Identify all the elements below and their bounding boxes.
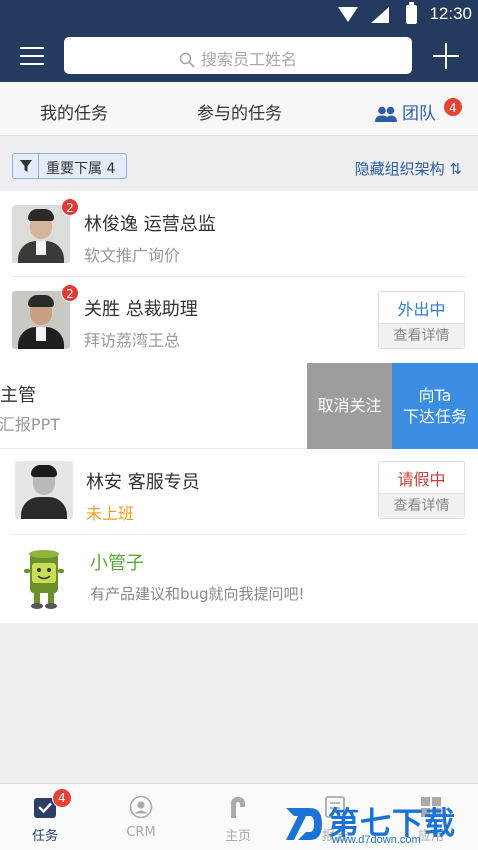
wifi-icon — [338, 7, 358, 22]
important-subordinates-filter[interactable]: 重要下属 4 — [12, 153, 127, 179]
avatar — [12, 291, 70, 349]
member-name: 主管 — [0, 385, 36, 406]
battery-icon — [406, 2, 417, 24]
filter-icon — [13, 154, 39, 178]
signal-icon — [371, 7, 389, 23]
unread-badge: 2 — [61, 284, 79, 302]
unread-badge: 2 — [61, 198, 79, 216]
team-badge: 4 — [443, 97, 463, 117]
status-badge: 外出中 — [397, 300, 446, 319]
watermark-url: www.d7down.com — [332, 834, 421, 846]
status-bar: 12:30 — [0, 0, 478, 30]
add-icon[interactable] — [433, 43, 459, 69]
team-member-list: 2 林俊逸 运营总监 软文推广询价 2 关胜 总裁助理 拜访荔湾王总 外出中 查… — [0, 191, 478, 623]
status-box[interactable]: 请假中 查看详情 — [378, 461, 465, 519]
tab-team[interactable]: 团队 — [374, 99, 436, 124]
watermark-logo-icon — [286, 808, 322, 840]
list-item[interactable]: 2 林俊逸 运营总监 软文推广询价 — [0, 191, 478, 277]
assign-task-line1: 向Ta — [418, 386, 452, 405]
member-task: 未上班 — [86, 504, 135, 523]
assign-task-button[interactable]: 向Ta 下达任务 — [392, 363, 478, 449]
status-box[interactable]: 外出中 查看详情 — [378, 291, 465, 349]
home-icon — [231, 797, 245, 818]
status-badge: 请假中 — [397, 470, 446, 489]
member-task: 拜访荔湾王总 — [84, 331, 181, 350]
hide-org-structure-link[interactable]: 隐藏组织架构 ⇅ — [355, 158, 462, 179]
nav-tasks[interactable]: 4 任务 — [0, 784, 90, 850]
app-bar: 搜索员工姓名 — [0, 30, 478, 82]
search-placeholder: 搜索员工姓名 — [200, 50, 297, 69]
nav-tasks-label: 任务 — [31, 829, 58, 844]
view-details-button[interactable]: 查看详情 — [379, 493, 464, 518]
status-time: 12:30 — [429, 4, 472, 23]
member-task: 有产品建议和bug就向我提问吧! — [90, 585, 305, 603]
tasks-badge: 4 — [52, 788, 72, 808]
nav-home-label: 主页 — [224, 829, 251, 844]
menu-icon[interactable] — [20, 47, 44, 65]
tab-team-label: 团队 — [402, 104, 436, 124]
member-task: 软文推广询价 — [84, 246, 181, 265]
mascot-avatar — [24, 550, 64, 609]
member-name: 关胜 总裁助理 — [84, 299, 198, 320]
tab-participated-tasks[interactable]: 参与的任务 — [197, 99, 282, 124]
avatar — [15, 461, 73, 519]
nav-home[interactable]: 主页 — [193, 784, 283, 850]
tab-bar: 我的任务 参与的任务 团队 4 — [0, 82, 478, 136]
watermark: 第七下载站 www.d7down.com — [284, 798, 478, 850]
nav-crm[interactable]: CRM — [96, 784, 186, 850]
list-item[interactable]: 2 关胜 总裁助理 拜访荔湾王总 外出中 查看详情 — [0, 277, 478, 363]
member-name: 林安 客服专员 — [86, 472, 200, 493]
filter-bar: 重要下属 4 隐藏组织架构 ⇅ — [0, 137, 478, 191]
filter-chip-label: 重要下属 4 — [46, 161, 116, 177]
member-name: 林俊逸 运营总监 — [84, 214, 216, 235]
list-item[interactable]: 小管子 有产品建议和bug就向我提问吧! — [0, 535, 478, 623]
search-input[interactable]: 搜索员工姓名 — [64, 37, 412, 74]
view-details-button[interactable]: 查看详情 — [379, 323, 464, 348]
member-name: 小管子 — [90, 553, 144, 574]
search-icon — [179, 52, 195, 68]
unfollow-button[interactable]: 取消关注 — [307, 363, 392, 449]
list-item-swiped[interactable]: 主管 汇报PPT 取消关注 向Ta 下达任务 — [0, 363, 478, 449]
tab-my-tasks[interactable]: 我的任务 — [40, 99, 108, 124]
list-item[interactable]: 林安 客服专员 未上班 请假中 查看详情 — [0, 449, 478, 535]
team-icon — [375, 106, 397, 122]
avatar — [12, 205, 70, 263]
crm-icon — [129, 795, 153, 819]
assign-task-line2: 下达任务 — [402, 407, 467, 426]
member-task: 汇报PPT — [0, 415, 60, 434]
nav-crm-label: CRM — [126, 825, 156, 840]
